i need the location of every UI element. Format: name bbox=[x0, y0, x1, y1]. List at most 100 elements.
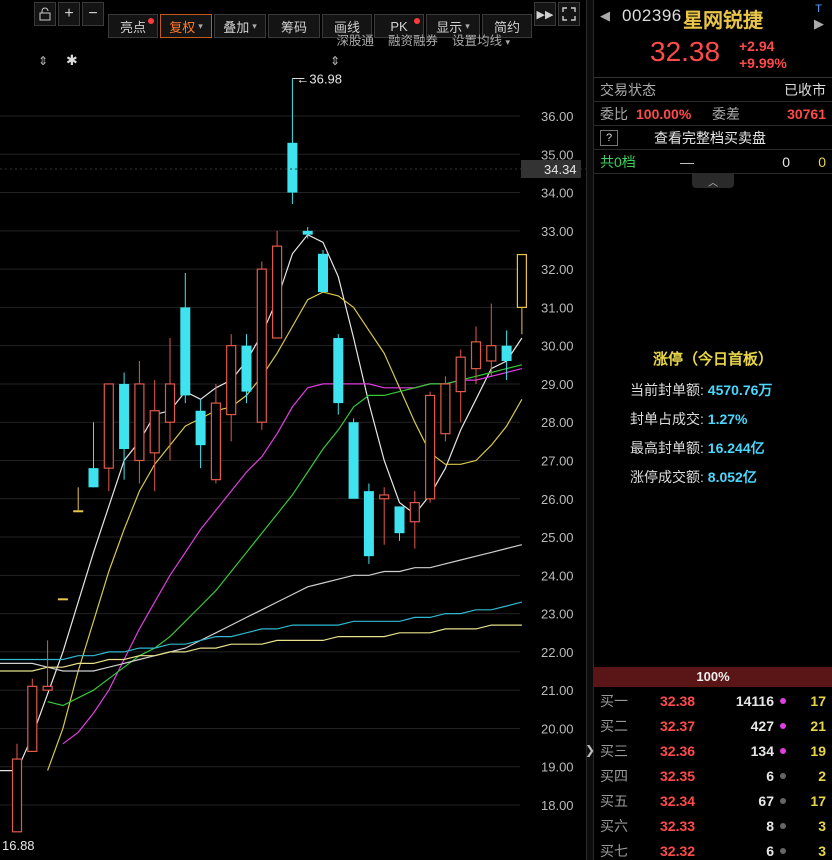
full-book-row[interactable]: ? 查看完整档买卖盘 bbox=[594, 126, 832, 150]
bid-order-count: 2 bbox=[818, 767, 826, 784]
candle-body-down bbox=[363, 491, 374, 557]
limit-up-label: 最高封单额: bbox=[630, 440, 704, 456]
ma-line-ma30 bbox=[47, 364, 523, 707]
order-book-row[interactable]: 买三 32.36 134 19 bbox=[594, 738, 832, 763]
limit-up-label: 涨停成交额: bbox=[630, 469, 704, 485]
candle-body-down bbox=[287, 142, 298, 193]
fast-forward-icon[interactable]: ▶▶ bbox=[534, 2, 556, 26]
y-tick-label: 30.00 bbox=[541, 339, 574, 354]
limit-up-label: 当前封单额: bbox=[630, 382, 704, 398]
full-book-link[interactable]: 查看完整档买卖盘 bbox=[654, 128, 766, 148]
panel-divider[interactable] bbox=[586, 0, 594, 860]
bid-volume: 6 bbox=[766, 842, 774, 859]
stock-name: 星网锐捷 bbox=[683, 10, 763, 32]
kline-chart[interactable]: 36.00 35.00 34.00 33.00 32.00 31.00 30.00 29.00… bbox=[0, 0, 586, 860]
limit-up-row: 当前封单额: 4570.76万 bbox=[630, 380, 772, 400]
bid-price: 32.34 bbox=[660, 792, 696, 809]
candle-body-up bbox=[470, 341, 482, 370]
order-dot bbox=[780, 772, 786, 779]
bid-level-label: 买七 bbox=[600, 842, 628, 859]
candle-body-down bbox=[241, 345, 252, 392]
y-tick-label: 34.00 bbox=[541, 186, 574, 201]
link-ma-settings[interactable]: 设置均线 ▾ bbox=[452, 30, 510, 49]
ma-line-ma20 bbox=[62, 368, 523, 745]
high-annotation-label: ←36.98 bbox=[296, 71, 342, 86]
bid-price: 32.38 bbox=[660, 692, 696, 709]
order-dot bbox=[780, 847, 786, 854]
toolbar-button-2[interactable]: 叠加 ▾ bbox=[214, 14, 266, 38]
toolbar-button-label: 亮点 bbox=[119, 19, 146, 35]
order-dot bbox=[780, 822, 786, 829]
bid-volume: 427 bbox=[750, 717, 774, 734]
toolbar-button-label: 筹码 bbox=[280, 19, 307, 35]
order-book-row[interactable]: 买六 32.33 8 3 bbox=[594, 813, 832, 838]
chevron-up-icon[interactable]: ︿ bbox=[692, 174, 734, 189]
toolbar-button-0[interactable]: 亮点 bbox=[108, 14, 158, 38]
trade-status-row: 交易状态 已收市 bbox=[594, 78, 832, 102]
bid-level-label: 买四 bbox=[600, 767, 628, 784]
y-tick-label: 28.00 bbox=[541, 415, 574, 430]
status-value: 已收市 bbox=[784, 81, 826, 98]
notification-dot bbox=[414, 18, 420, 24]
toolbar-button-1[interactable]: 复权 ▾ bbox=[160, 14, 212, 38]
bid-ratio-bar: 100% bbox=[594, 667, 832, 687]
bid-order-count: 17 bbox=[810, 692, 826, 709]
candle-body-down bbox=[394, 506, 405, 534]
chevron-right-icon[interactable]: ❯ bbox=[585, 738, 595, 762]
toolbar-button-3[interactable]: 筹码 bbox=[268, 14, 320, 38]
limit-up-title: 涨停（今日首板） bbox=[652, 351, 773, 368]
kline-svg[interactable]: 36.0035.0034.0033.0032.0031.0030.0029.00… bbox=[0, 0, 586, 860]
help-icon[interactable]: ? bbox=[600, 129, 618, 146]
up-down-arrow-icon[interactable]: ⇕ bbox=[330, 54, 340, 68]
order-book-row[interactable]: 买二 32.37 427 21 bbox=[594, 713, 832, 738]
candle-body-flat bbox=[73, 510, 84, 513]
candle-body-down bbox=[195, 410, 206, 446]
bid-price: 32.32 bbox=[660, 842, 696, 859]
star-icon[interactable]: ✱ bbox=[66, 52, 78, 69]
zoom-out-icon[interactable]: − bbox=[82, 2, 104, 26]
weibi-row: 委比 100.00% 委差 30761 bbox=[594, 102, 832, 126]
chevron-down-icon: ▾ bbox=[198, 20, 203, 31]
order-book-row[interactable]: 买一 32.38 14116 17 bbox=[594, 688, 832, 713]
prev-stock-icon[interactable]: ◀ bbox=[600, 8, 610, 24]
chart-toolbar: + − 亮点 复权 ▾ 叠加 ▾ 筹码 画线 PK 显示 ▾ 简约 ▶▶ bbox=[0, 0, 586, 38]
y-tick-label: 27.00 bbox=[541, 454, 574, 469]
weicha-label: 委差 bbox=[712, 105, 740, 122]
order-dot bbox=[780, 697, 786, 704]
limit-up-value: 8.052亿 bbox=[707, 469, 757, 485]
gong-row: 共0档 — 0 0 bbox=[594, 150, 832, 174]
low-price-label: 16.88 bbox=[2, 838, 35, 853]
y-tick-label: 20.00 bbox=[541, 721, 574, 736]
candle-body-up bbox=[27, 685, 38, 753]
y-tick-label: 22.00 bbox=[541, 645, 574, 660]
order-book-row[interactable]: 买四 32.35 6 2 bbox=[594, 763, 832, 788]
quote-panel: ◀ 002396 星网锐捷 T ▶ 32.38 +2.94 +9.99% 交易状… bbox=[594, 0, 832, 860]
collapse-tab[interactable]: ︿ bbox=[594, 174, 832, 190]
fullscreen-icon[interactable] bbox=[558, 2, 580, 26]
ma-settings-label: 设置均线 bbox=[451, 34, 502, 48]
up-down-arrow-icon[interactable]: ⇕ bbox=[38, 54, 48, 68]
y-tick-label: 31.00 bbox=[541, 300, 574, 315]
order-book-row[interactable]: 买七 32.32 6 3 bbox=[594, 838, 832, 860]
candle-body-down bbox=[318, 253, 328, 293]
next-stock-icon[interactable]: ▶ bbox=[814, 16, 824, 32]
candle-body-down bbox=[302, 230, 313, 235]
order-dot bbox=[780, 797, 786, 804]
bid-level-label: 买六 bbox=[600, 817, 628, 834]
candle-body-down bbox=[333, 338, 344, 404]
zoom-in-icon[interactable]: + bbox=[58, 2, 80, 26]
link-shengutong[interactable]: 深股通 bbox=[336, 30, 374, 49]
lock-icon[interactable] bbox=[34, 2, 56, 26]
bid-price: 32.37 bbox=[660, 717, 696, 734]
y-tick-label: 18.00 bbox=[541, 798, 574, 813]
order-book: 买一 32.38 14116 17 买二 32.37 427 21 买三 32.36 134 19 买四… bbox=[594, 688, 832, 860]
candle-body-up bbox=[210, 402, 221, 481]
candle-body-flat bbox=[57, 598, 68, 601]
link-margin-trading[interactable]: 融资融券 bbox=[388, 30, 438, 49]
y-tick-label: 25.00 bbox=[541, 530, 574, 545]
price-change: +2.94 bbox=[739, 38, 775, 54]
candle-body-up bbox=[42, 685, 53, 691]
chevron-down-icon: ▾ bbox=[505, 37, 510, 47]
order-book-row[interactable]: 买五 32.34 67 17 bbox=[594, 788, 832, 813]
candle-body-up bbox=[149, 410, 160, 454]
